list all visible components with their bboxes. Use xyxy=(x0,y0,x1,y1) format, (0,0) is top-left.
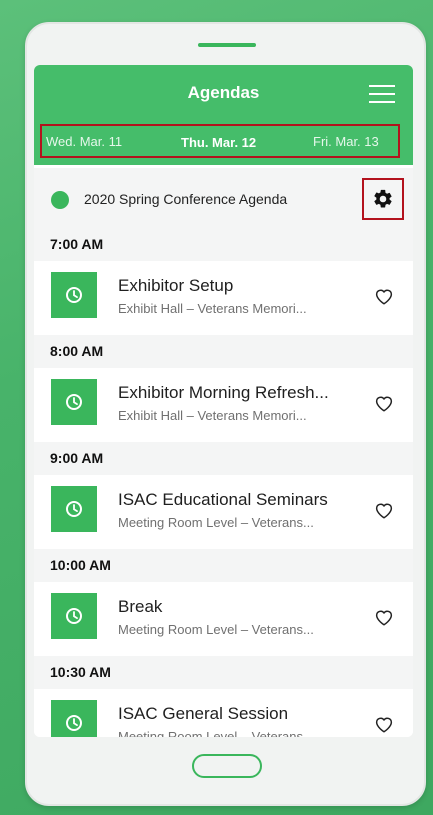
clock-icon xyxy=(66,394,82,410)
clock-icon xyxy=(66,608,82,624)
phone-speaker xyxy=(198,43,256,47)
session-location: Exhibit Hall – Veterans Memori... xyxy=(118,301,307,316)
time-header: 10:30 AM xyxy=(34,656,413,689)
heart-icon[interactable] xyxy=(374,608,394,626)
time-header: 10:00 AM xyxy=(34,549,413,582)
time-label: 10:00 AM xyxy=(50,557,111,573)
time-label: 8:00 AM xyxy=(50,343,104,359)
page-title: Agendas xyxy=(187,83,260,102)
session-title: ISAC Educational Seminars xyxy=(118,490,328,509)
tab-fri-mar-13[interactable]: Fri. Mar. 13 xyxy=(313,134,379,149)
clock-icon xyxy=(66,287,82,303)
heart-icon[interactable] xyxy=(374,715,394,733)
session-clock-badge xyxy=(51,379,97,425)
clock-icon xyxy=(66,501,82,517)
time-label: 9:00 AM xyxy=(50,450,104,466)
session-title: Break xyxy=(118,597,163,616)
heart-icon[interactable] xyxy=(374,501,394,519)
agenda-color-dot xyxy=(51,191,69,209)
date-tabs: Wed. Mar. 11 Thu. Mar. 12 Fri. Mar. 13 xyxy=(40,124,400,158)
agenda-selector[interactable]: 2020 Spring Conference Agenda xyxy=(34,168,413,228)
session-location: Exhibit Hall – Veterans Memori... xyxy=(118,408,307,423)
heart-icon[interactable] xyxy=(374,394,394,412)
gear-icon xyxy=(374,189,392,208)
tab-wed-mar-11[interactable]: Wed. Mar. 11 xyxy=(46,134,122,149)
session-item[interactable]: ISAC Educational Seminars Meeting Room L… xyxy=(34,475,413,549)
session-title: Exhibitor Setup xyxy=(118,276,234,295)
agenda-name: 2020 Spring Conference Agenda xyxy=(84,191,288,207)
home-button[interactable] xyxy=(192,754,262,778)
session-item[interactable]: Break Meeting Room Level – Veterans... xyxy=(34,582,413,656)
clock-icon xyxy=(66,715,82,731)
session-item[interactable]: Exhibitor Setup Exhibit Hall – Veterans … xyxy=(34,261,413,335)
session-location: Meeting Room Level – Veterans... xyxy=(118,515,314,530)
app-header: Agendas Wed. Mar. 11 Thu. Mar. 12 Fri. M… xyxy=(34,65,413,165)
hamburger-menu-icon[interactable] xyxy=(369,84,395,104)
time-label: 7:00 AM xyxy=(50,236,104,252)
app-screen: Agendas Wed. Mar. 11 Thu. Mar. 12 Fri. M… xyxy=(34,65,413,737)
session-title: Exhibitor Morning Refresh... xyxy=(118,383,329,402)
session-item[interactable]: Exhibitor Morning Refresh... Exhibit Hal… xyxy=(34,368,413,442)
time-label: 10:30 AM xyxy=(50,664,111,680)
session-clock-badge xyxy=(51,272,97,318)
settings-button[interactable] xyxy=(362,178,404,220)
time-header: 9:00 AM xyxy=(34,442,413,475)
session-clock-badge xyxy=(51,593,97,639)
time-header: 8:00 AM xyxy=(34,335,413,368)
phone-frame: Agendas Wed. Mar. 11 Thu. Mar. 12 Fri. M… xyxy=(25,22,426,806)
session-title: ISAC General Session xyxy=(118,704,289,723)
tab-thu-mar-12[interactable]: Thu. Mar. 12 xyxy=(181,135,256,150)
session-location: Meeting Room Level – Veterans... xyxy=(118,729,314,737)
session-location: Meeting Room Level – Veterans... xyxy=(118,622,314,637)
session-clock-badge xyxy=(51,486,97,532)
session-item[interactable]: ISAC General Session Meeting Room Level … xyxy=(34,689,413,737)
session-clock-badge xyxy=(51,700,97,737)
heart-icon[interactable] xyxy=(374,287,394,305)
time-header: 7:00 AM xyxy=(34,228,413,261)
